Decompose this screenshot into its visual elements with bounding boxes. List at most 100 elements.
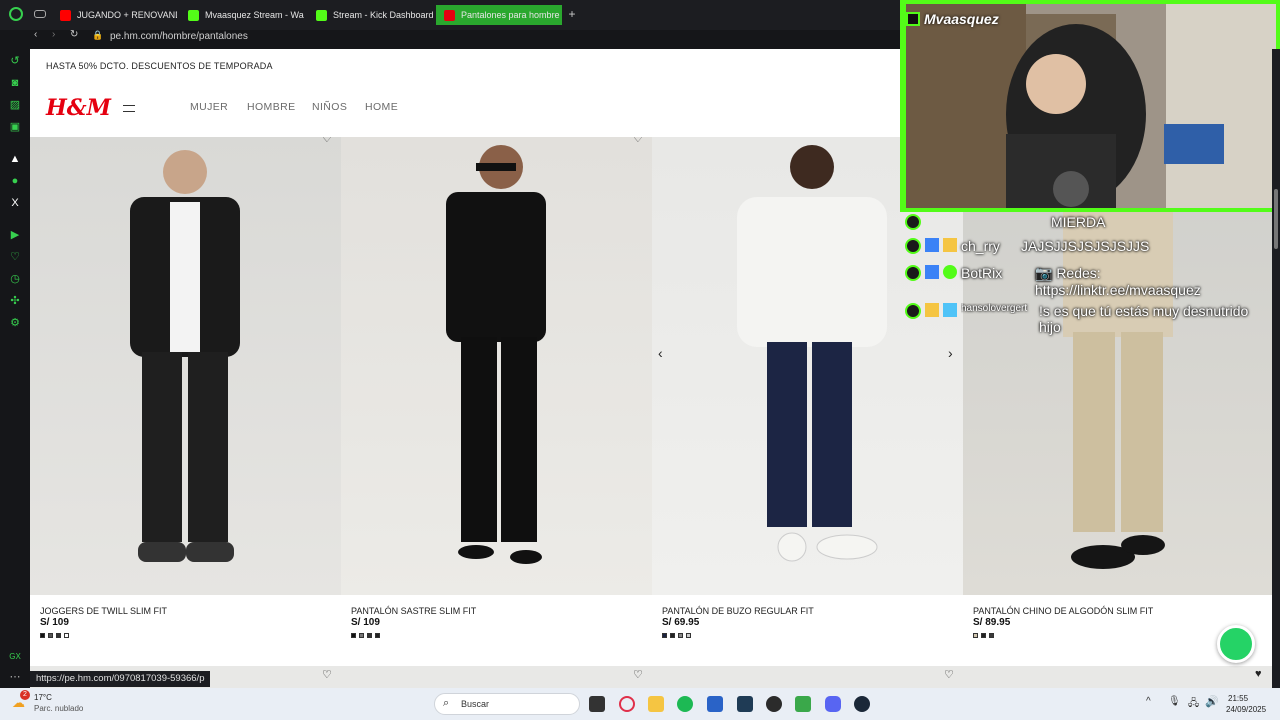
obs-icon[interactable] xyxy=(766,696,782,712)
heart-icon[interactable]: ♡ xyxy=(8,250,22,264)
chat-user: BotRix xyxy=(961,265,1003,281)
nav-home[interactable]: HOME xyxy=(365,101,398,113)
history-icon[interactable]: ↺ xyxy=(8,54,22,68)
tab-kick-stream[interactable]: Mvaasquez Stream - Wa xyxy=(180,5,305,25)
game-app-icon[interactable] xyxy=(795,696,811,712)
nav-hombre[interactable]: HOMBRE xyxy=(247,101,296,113)
back-icon[interactable]: ‹ xyxy=(34,29,37,40)
opera-sidebar: ↺ ◙ ▨ ▣ ▲ ● X ▶ ♡ ◷ ✣ ⚙ GX ⋯ xyxy=(0,48,30,688)
swatch[interactable] xyxy=(40,633,45,638)
swatch[interactable] xyxy=(48,633,53,638)
swatch[interactable] xyxy=(973,633,978,638)
promo-banner[interactable]: HASTA 50% DCTO. DESCUENTOS DE TEMPORADA xyxy=(46,61,273,71)
opera-gx-logo-icon[interactable] xyxy=(9,7,23,21)
tab-label: JUGANDO + RENOVANDO xyxy=(77,10,177,20)
clock-time[interactable]: 21:55 xyxy=(1228,694,1248,703)
task-view-icon[interactable] xyxy=(589,696,605,712)
favorite-icon[interactable]: ♡ xyxy=(322,137,332,145)
hm-logo[interactable]: H&M xyxy=(46,95,111,121)
swatch[interactable] xyxy=(64,633,69,638)
gamepad-icon[interactable] xyxy=(34,10,46,18)
swatch[interactable] xyxy=(678,633,683,638)
tab-kick-dashboard[interactable]: Stream - Kick Dashboard xyxy=(308,5,433,25)
tab-hm-active[interactable]: Pantalones para hombre xyxy=(436,5,562,25)
swatch[interactable] xyxy=(686,633,691,638)
product-card[interactable]: ♡ PANTALÓN SASTRE SLIM FIT S/ 109 xyxy=(341,137,652,642)
store-icon[interactable] xyxy=(707,696,723,712)
search-placeholder: Buscar xyxy=(461,699,490,709)
menu-icon[interactable] xyxy=(123,105,135,112)
taskbar-search-box[interactable]: ⌕ Buscar xyxy=(434,693,580,715)
favorite-icon[interactable]: ♡ xyxy=(633,668,643,681)
more-icon[interactable]: ⋯ xyxy=(8,670,22,684)
swatch[interactable] xyxy=(56,633,61,638)
color-swatches[interactable] xyxy=(973,633,994,638)
whatsapp-float-button[interactable] xyxy=(1217,625,1255,663)
clock-icon[interactable]: ◷ xyxy=(8,272,22,286)
network-icon[interactable]: 🖧 xyxy=(1188,696,1199,713)
swatch[interactable] xyxy=(367,633,372,638)
favorite-icon[interactable]: ♥ xyxy=(1255,668,1262,680)
bot-icon[interactable]: ◙ xyxy=(8,76,22,90)
swatch[interactable] xyxy=(662,633,667,638)
product-name[interactable]: JOGGERS DE TWILL SLIM FIT xyxy=(40,606,167,616)
swatch[interactable] xyxy=(981,633,986,638)
swatch[interactable] xyxy=(359,633,364,638)
whatsapp-icon[interactable]: ● xyxy=(8,174,22,188)
tray-chevron-icon[interactable]: ^ xyxy=(1146,696,1151,707)
favorite-icon[interactable]: ♡ xyxy=(322,668,332,681)
search-icon: ⌕ xyxy=(443,697,450,709)
color-swatches[interactable] xyxy=(351,633,380,638)
favorite-icon[interactable]: ♡ xyxy=(633,137,643,145)
color-swatches[interactable] xyxy=(40,633,69,638)
scrollbar[interactable] xyxy=(1272,49,1280,688)
discord-icon[interactable] xyxy=(825,696,841,712)
tab-youtube[interactable]: JUGANDO + RENOVANDO xyxy=(52,5,177,25)
verified-badge-icon xyxy=(943,265,957,279)
x-icon[interactable]: X xyxy=(8,196,22,210)
carousel-next-icon[interactable]: › xyxy=(948,345,953,361)
product-name[interactable]: PANTALÓN DE BUZO REGULAR FIT xyxy=(662,606,814,616)
forward-icon[interactable]: › xyxy=(52,29,55,40)
aria-icon[interactable]: ▲ xyxy=(8,152,22,166)
product-card[interactable]: ♡ JOGGERS DE TWILL SLIM FIT S/ 109 xyxy=(30,137,341,642)
clock-date[interactable]: 24/09/2025 xyxy=(1226,705,1266,714)
product-name[interactable]: PANTALÓN CHINO DE ALGODÓN SLIM FIT xyxy=(973,606,1153,616)
extensions-icon[interactable]: ✣ xyxy=(8,294,22,308)
weather-desc: Parc. nublado xyxy=(34,704,84,713)
product-name[interactable]: PANTALÓN SASTRE SLIM FIT xyxy=(351,606,476,616)
spotify-icon[interactable] xyxy=(677,696,693,712)
microphone-icon[interactable]: 🎙 xyxy=(1168,696,1181,707)
settings-icon[interactable]: ⚙ xyxy=(8,316,22,330)
kick-badge-icon xyxy=(905,265,921,281)
volume-icon[interactable]: 🔊 xyxy=(1205,695,1219,708)
nav-ninos[interactable]: NIÑOS xyxy=(312,101,347,113)
url-text[interactable]: pe.hm.com/hombre/pantalones xyxy=(110,31,248,42)
nav-mujer[interactable]: MUJER xyxy=(190,101,228,113)
carousel-prev-icon[interactable]: ‹ xyxy=(658,345,663,361)
next-row-strip: ♡ ♡ ♡ ♥ xyxy=(30,666,1272,688)
app-icon[interactable] xyxy=(737,696,753,712)
swatch[interactable] xyxy=(375,633,380,638)
opera-gx-icon[interactable] xyxy=(619,696,635,712)
swatch[interactable] xyxy=(670,633,675,638)
swatch[interactable] xyxy=(989,633,994,638)
reload-icon[interactable]: ↻ xyxy=(70,29,78,40)
product-image[interactable] xyxy=(341,137,652,595)
product-image[interactable] xyxy=(30,137,341,595)
scrollbar-thumb[interactable] xyxy=(1274,189,1278,249)
color-swatches[interactable] xyxy=(662,633,691,638)
windows-start-icon[interactable] xyxy=(411,696,427,712)
file-explorer-icon[interactable] xyxy=(648,696,664,712)
gx-corner-icon[interactable]: ▨ xyxy=(8,98,22,112)
favorite-icon[interactable]: ♡ xyxy=(944,668,954,681)
new-tab-button[interactable]: + xyxy=(566,8,578,20)
lock-icon: 🔒 xyxy=(92,30,104,40)
messenger-icon[interactable]: ▣ xyxy=(8,120,22,134)
weather-widget[interactable]: ☁ 2 17°C Parc. nublado xyxy=(12,690,102,716)
steam-icon[interactable] xyxy=(854,696,870,712)
swatch[interactable] xyxy=(351,633,356,638)
chat-text: JAJSJJSJSJSJSJJS xyxy=(1021,238,1150,254)
gx-label: GX xyxy=(9,652,21,661)
player-icon[interactable]: ▶ xyxy=(8,228,22,242)
